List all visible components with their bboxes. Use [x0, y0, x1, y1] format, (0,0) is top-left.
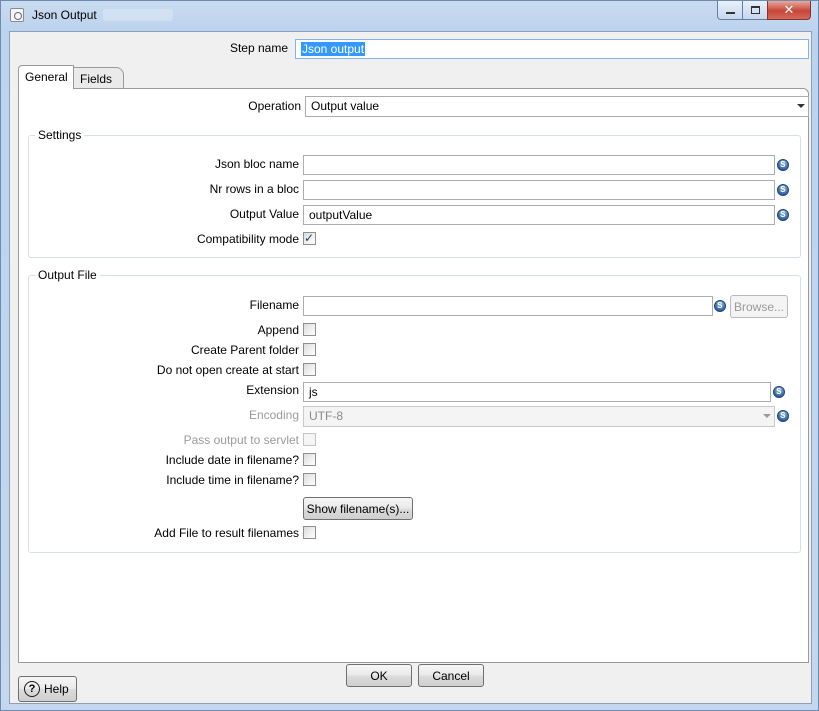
json-bloc-name-label: Json bloc name	[214, 157, 299, 171]
variable-icon[interactable]: S	[770, 383, 788, 401]
include-date-label: Include date in filename?	[165, 453, 299, 467]
window-controls: ✕	[717, 1, 811, 21]
minimize-icon	[725, 12, 735, 14]
do-not-open-checkbox[interactable]	[303, 363, 316, 376]
tab-fields[interactable]: Fields	[74, 67, 124, 89]
pass-output-label: Pass output to servlet	[183, 433, 299, 447]
help-icon: ?	[24, 681, 40, 697]
settings-group: Settings Json bloc name S Nr rows in a b…	[28, 128, 801, 258]
step-name-label: Step name	[229, 41, 288, 55]
extension-label: Extension	[246, 383, 299, 397]
operation-label: Operation	[248, 99, 301, 113]
include-date-checkbox[interactable]	[303, 453, 316, 466]
maximize-icon	[750, 6, 760, 14]
maximize-button[interactable]	[742, 1, 768, 20]
general-panel: Operation Output value Settings Json blo…	[18, 88, 809, 663]
variable-icon[interactable]: S	[774, 407, 792, 425]
step-name-input[interactable]: Json output	[295, 39, 809, 59]
chevron-down-icon	[797, 104, 805, 108]
close-button[interactable]: ✕	[767, 1, 811, 20]
include-time-label: Include time in filename?	[166, 473, 299, 487]
help-button[interactable]: ? Help	[18, 676, 77, 702]
include-time-checkbox[interactable]	[303, 473, 316, 486]
filename-label: Filename	[249, 298, 299, 312]
add-to-result-checkbox[interactable]	[303, 526, 316, 539]
compatibility-mode-checkbox[interactable]: ✓	[303, 231, 316, 245]
app-icon	[10, 8, 24, 22]
encoding-value: UTF-8	[309, 409, 343, 423]
nr-rows-label: Nr rows in a bloc	[209, 182, 299, 196]
dialog-window: Json Output ✕ Step name Json output Gene…	[0, 0, 819, 711]
variable-icon[interactable]: S	[774, 181, 792, 199]
ok-button[interactable]: OK	[346, 664, 412, 687]
encoding-select[interactable]: UTF-8	[303, 406, 775, 427]
variable-icon[interactable]: S	[711, 297, 729, 315]
title-blur	[103, 9, 173, 21]
output-file-group: Output File Filename S Browse... Append …	[28, 268, 801, 553]
compatibility-mode-label: Compatibility mode	[196, 232, 299, 246]
filename-input[interactable]	[303, 296, 713, 316]
dialog-client: Step name Json output General Fields Ope…	[9, 31, 812, 704]
pass-output-checkbox[interactable]	[303, 433, 316, 446]
append-checkbox[interactable]	[303, 323, 316, 336]
create-parent-folder-label: Create Parent folder	[190, 343, 299, 357]
tab-general[interactable]: General	[18, 65, 74, 89]
create-parent-folder-checkbox[interactable]	[303, 343, 316, 356]
window-title: Json Output	[32, 8, 97, 22]
help-label: Help	[44, 682, 69, 696]
settings-title: Settings	[35, 128, 85, 142]
output-value-input[interactable]: outputValue	[303, 205, 775, 225]
add-to-result-label: Add File to result filenames	[154, 526, 299, 540]
output-value-label: Output Value	[229, 207, 299, 221]
close-icon: ✕	[783, 2, 795, 17]
operation-value: Output value	[311, 99, 380, 113]
extension-input[interactable]: js	[303, 382, 771, 402]
show-filenames-button[interactable]: Show filename(s)...	[303, 497, 413, 520]
json-bloc-name-input[interactable]	[303, 155, 775, 175]
variable-icon[interactable]: S	[774, 156, 792, 174]
minimize-button[interactable]	[717, 1, 743, 20]
cancel-button[interactable]: Cancel	[418, 664, 484, 687]
step-name-value: Json output	[301, 42, 366, 56]
append-label: Append	[257, 323, 299, 337]
title-bar[interactable]: Json Output ✕	[1, 1, 818, 31]
check-icon: ✓	[304, 231, 315, 245]
nr-rows-input[interactable]	[303, 180, 775, 200]
operation-select[interactable]: Output value	[305, 96, 809, 117]
browse-button[interactable]: Browse...	[730, 295, 788, 318]
output-file-title: Output File	[35, 268, 100, 282]
do-not-open-label: Do not open create at start	[156, 363, 299, 377]
encoding-label: Encoding	[248, 408, 299, 422]
variable-icon[interactable]: S	[774, 206, 792, 224]
chevron-down-icon	[763, 414, 771, 418]
